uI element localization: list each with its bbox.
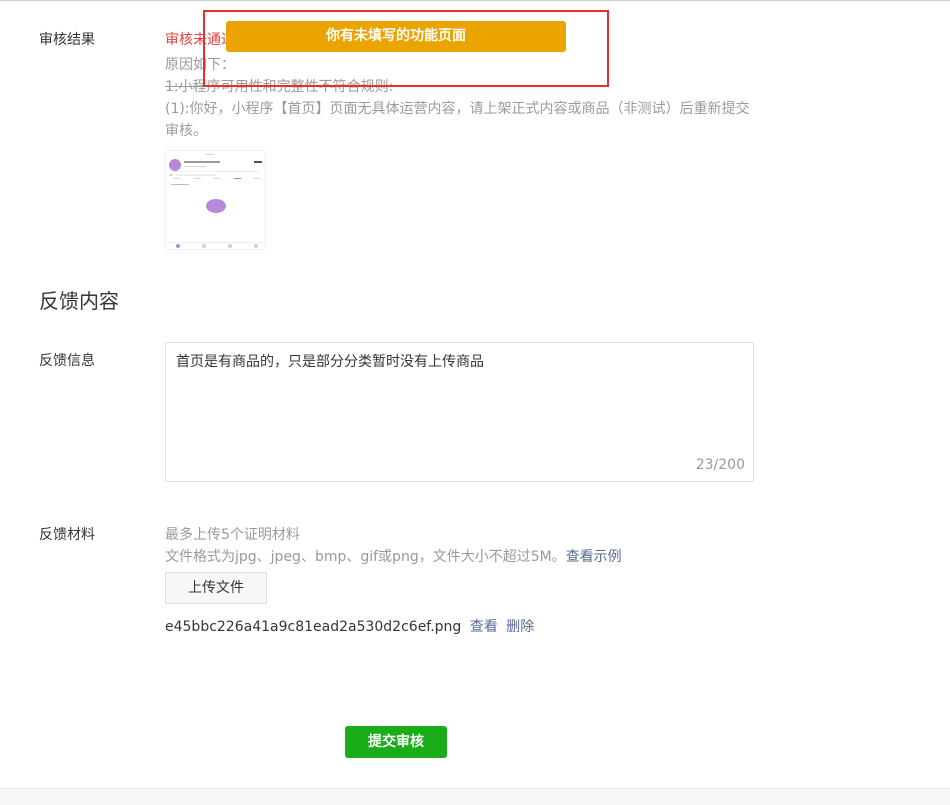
feedback-materials-label: 反馈材料 — [39, 527, 95, 543]
review-result-label: 审核结果 — [39, 32, 95, 48]
reason-detail-line: (1):你好，小程序【首页】页面无具体运营内容，请上架正式内容或商品（非测试）后… — [165, 101, 750, 139]
annotation-highlight-box — [203, 10, 609, 87]
thumb-search-bar — [169, 174, 173, 176]
thumb-tabbar-divider — [169, 242, 263, 243]
thumb-profile-icon — [254, 244, 258, 248]
thumb-category-label — [171, 184, 189, 185]
submit-review-button[interactable]: 提交审核 — [345, 726, 447, 758]
file-format-hint: 文件格式为jpg、jpeg、bmp、gif或png，文件大小不超过5M。查看示例 — [165, 546, 622, 566]
thumb-home-icon — [176, 244, 180, 248]
upload-limit-hint: 最多上传5个证明材料 — [165, 527, 300, 543]
thumb-category-icon — [202, 244, 206, 248]
delete-file-link[interactable]: 删除 — [506, 619, 534, 635]
feedback-info-label: 反馈信息 — [39, 353, 95, 369]
feedback-textarea-value: 首页是有商品的，只是部分分类暂时没有上传商品 — [176, 354, 484, 370]
top-divider — [0, 0, 950, 1]
thumb-tab — [254, 178, 261, 179]
thumb-avatar — [169, 159, 181, 171]
view-file-link[interactable]: 查看 — [470, 619, 498, 635]
thumb-tab — [214, 178, 221, 179]
uploaded-file-row: e45bbc226a41a9c81ead2a530d2c6ef.png 查看 删… — [165, 616, 534, 636]
view-example-link[interactable]: 查看示例 — [566, 549, 622, 565]
thumb-tab — [234, 178, 241, 179]
thumb-tab — [174, 178, 181, 179]
feedback-section-title: 反馈内容 — [39, 289, 119, 313]
thumb-empty-illustration — [206, 199, 226, 213]
thumb-menu-bar — [254, 161, 262, 163]
thumb-search-field — [176, 174, 216, 176]
char-counter: 23/200 — [695, 457, 745, 473]
thumb-status-bar — [206, 154, 214, 155]
uploaded-file-name: e45bbc226a41a9c81ead2a530d2c6ef.png — [165, 619, 462, 635]
footer-band — [0, 788, 950, 805]
thumb-title-bar — [184, 161, 220, 163]
thumb-divider — [169, 171, 259, 172]
feedback-textarea[interactable]: 首页是有商品的，只是部分分类暂时没有上传商品 23/200 — [165, 342, 754, 482]
file-format-text: 文件格式为jpg、jpeg、bmp、gif或png，文件大小不超过5M。 — [165, 549, 566, 565]
review-screenshot-thumbnail[interactable] — [165, 150, 266, 250]
thumb-cart-icon — [228, 244, 232, 248]
upload-file-button[interactable]: 上传文件 — [165, 572, 267, 604]
thumb-tab — [194, 178, 201, 179]
thumb-subtitle-bar — [184, 166, 206, 167]
